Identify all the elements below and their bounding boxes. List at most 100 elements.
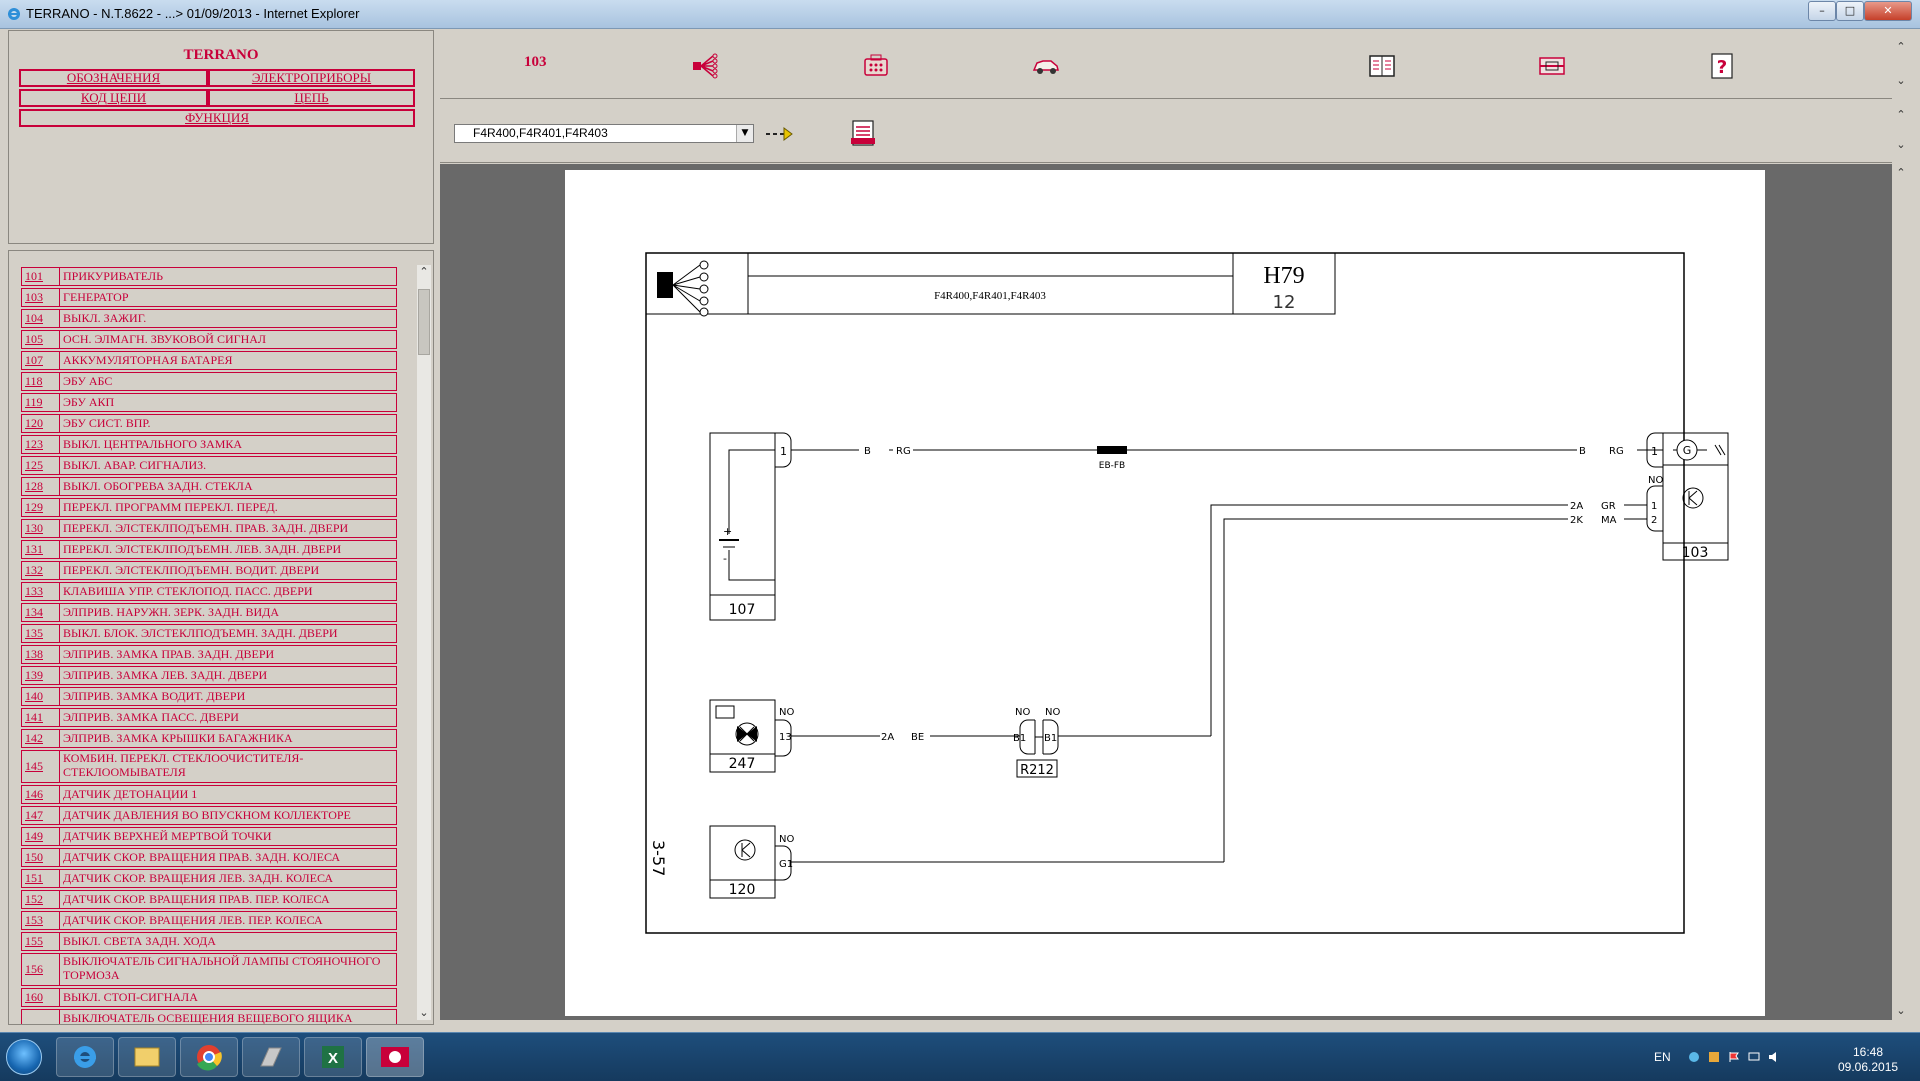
list-item[interactable]: 150 ДАТЧИК СКОР. ВРАЩЕНИЯ ПРАВ. ЗАДН. КОЛ… <box>21 848 397 867</box>
scroll-down-icon[interactable]: ⌄ <box>1894 138 1908 152</box>
list-item[interactable]: 105 ОСН. ЭЛМАГН. ЗВУКОВОЙ СИГНАЛ <box>21 330 397 349</box>
component-code-link[interactable]: 135 <box>22 625 60 642</box>
tray-flag-icon[interactable] <box>1728 1051 1740 1063</box>
tray-display-icon[interactable] <box>1748 1051 1760 1063</box>
system-clock[interactable]: 16:48 09.06.2015 <box>1838 1045 1898 1075</box>
component-code-link[interactable]: 155 <box>22 933 60 950</box>
list-item[interactable]: 139 ЭЛПРИВ. ЗАМКА ЛЕВ. ЗАДН. ДВЕРИ <box>21 666 397 685</box>
list-item[interactable]: 119 ЭБУ АКП <box>21 393 397 412</box>
scroll-up-icon[interactable]: ⌃ <box>1894 40 1908 54</box>
list-item[interactable]: 147 ДАТЧИК ДАВЛЕНИЯ ВО ВПУСКНОМ КОЛЛЕКТОР… <box>21 806 397 825</box>
list-item[interactable]: 135 ВЫКЛ. БЛОК. ЭЛСТЕКЛПОДЪЕМН. ЗАДН. ДВЕ… <box>21 624 397 643</box>
connector-icon[interactable] <box>860 50 892 82</box>
list-item[interactable]: 134 ЭЛПРИВ. НАРУЖН. ЗЕРК. ЗАДН. ВИДА <box>21 603 397 622</box>
component-code-link[interactable]: 151 <box>22 870 60 887</box>
language-indicator[interactable]: EN <box>1654 1050 1671 1064</box>
list-item[interactable]: 160 ВЫКЛ. СТОП-СИГНАЛА <box>21 988 397 1007</box>
component-code-link[interactable]: 128 <box>22 478 60 495</box>
chevron-down-icon[interactable]: ▼ <box>736 125 753 142</box>
component-code-link[interactable]: 145 <box>22 751 60 782</box>
component-code-link[interactable] <box>22 1010 60 1024</box>
wiring-harness-icon[interactable] <box>690 50 722 82</box>
engine-select[interactable]: F4R400,F4R401,F4R403 ▼ <box>454 124 754 143</box>
component-code-link[interactable]: 147 <box>22 807 60 824</box>
component-code-link[interactable]: 107 <box>22 352 60 369</box>
fuse-box-icon[interactable] <box>1536 50 1568 82</box>
list-item[interactable]: 107 АККУМУЛЯТОРНАЯ БАТАРЕЯ <box>21 351 397 370</box>
scroll-up-icon[interactable]: ⌃ <box>417 265 431 279</box>
documentation-book-icon[interactable] <box>1366 50 1398 82</box>
component-code-link[interactable]: 138 <box>22 646 60 663</box>
scroll-down-icon[interactable]: ⌄ <box>1894 74 1908 88</box>
component-code-link[interactable]: 152 <box>22 891 60 908</box>
component-code-link[interactable]: 132 <box>22 562 60 579</box>
list-item[interactable]: 141 ЭЛПРИВ. ЗАМКА ПАСС. ДВЕРИ <box>21 708 397 727</box>
scroll-up-icon[interactable]: ⌃ <box>1894 166 1908 180</box>
circuit-button[interactable]: ЦЕПЬ <box>208 89 415 107</box>
maximize-button[interactable]: □ <box>1836 1 1864 21</box>
circuit-code-button[interactable]: КОД ЦЕПИ <box>19 89 208 107</box>
list-item[interactable]: 155 ВЫКЛ. СВЕТА ЗАДН. ХОДА <box>21 932 397 951</box>
scroll-up-icon[interactable]: ⌃ <box>1894 108 1908 122</box>
taskbar-excel-icon[interactable]: X <box>304 1037 362 1077</box>
component-code-link[interactable]: 123 <box>22 436 60 453</box>
start-button[interactable] <box>6 1039 42 1075</box>
list-item[interactable]: 153 ДАТЧИК СКОР. ВРАЩЕНИЯ ЛЕВ. ПЕР. КОЛЕС… <box>21 911 397 930</box>
list-item[interactable]: 120 ЭБУ СИСТ. ВПР. <box>21 414 397 433</box>
component-code-link[interactable]: 139 <box>22 667 60 684</box>
diagram-scrollbar[interactable]: ⌃ ⌄ <box>1892 164 1910 1020</box>
list-item[interactable]: 101 ПРИКУРИВАТЕЛЬ <box>21 267 397 286</box>
component-code-link[interactable]: 118 <box>22 373 60 390</box>
component-code-link[interactable]: 149 <box>22 828 60 845</box>
list-item[interactable]: 125 ВЫКЛ. АВАР. СИГНАЛИЗ. <box>21 456 397 475</box>
component-code-link[interactable]: 153 <box>22 912 60 929</box>
list-item[interactable]: 103 ГЕНЕРАТОР <box>21 288 397 307</box>
minimize-button[interactable]: – <box>1808 1 1836 21</box>
list-item[interactable]: 151 ДАТЧИК СКОР. ВРАЩЕНИЯ ЛЕВ. ЗАДН. КОЛЕ… <box>21 869 397 888</box>
component-code-link[interactable]: 156 <box>22 954 60 985</box>
component-code-link[interactable]: 103 <box>22 289 60 306</box>
component-code-link[interactable]: 142 <box>22 730 60 747</box>
scroll-down-icon[interactable]: ⌄ <box>417 1006 431 1020</box>
list-item[interactable]: 156 ВЫКЛЮЧАТЕЛЬ СИГНАЛЬНОЙ ЛАМПЫ СТОЯНОЧН… <box>21 953 397 986</box>
list-item[interactable]: 149 ДАТЧИК ВЕРХНЕЙ МЕРТВОЙ ТОЧКИ <box>21 827 397 846</box>
list-item[interactable]: 133 КЛАВИША УПР. СТЕКЛОПОД. ПАСС. ДВЕРИ <box>21 582 397 601</box>
component-code-link[interactable]: 146 <box>22 786 60 803</box>
scroll-thumb[interactable] <box>418 289 430 355</box>
close-button[interactable]: ✕ <box>1864 1 1912 21</box>
scroll-down-icon[interactable]: ⌄ <box>1894 1004 1908 1018</box>
component-code-link[interactable]: 160 <box>22 989 60 1006</box>
list-item[interactable]: 138 ЭЛПРИВ. ЗАМКА ПРАВ. ЗАДН. ДВЕРИ <box>21 645 397 664</box>
list-item[interactable]: 145 КОМБИН. ПЕРЕКЛ. СТЕКЛООЧИСТИТЕЛЯ-СТЕК… <box>21 750 397 783</box>
component-code-link[interactable]: 105 <box>22 331 60 348</box>
component-code-link[interactable]: 104 <box>22 310 60 327</box>
component-code-link[interactable]: 134 <box>22 604 60 621</box>
vehicle-location-icon[interactable] <box>1030 50 1062 82</box>
component-code-link[interactable]: 130 <box>22 520 60 537</box>
component-code-link[interactable]: 133 <box>22 583 60 600</box>
list-item[interactable]: 146 ДАТЧИК ДЕТОНАЦИИ 1 <box>21 785 397 804</box>
list-item[interactable]: 129 ПЕРЕКЛ. ПРОГРАММ ПЕРЕКЛ. ПЕРЕД. <box>21 498 397 517</box>
list-item[interactable]: 131 ПЕРЕКЛ. ЭЛСТЕКЛПОДЪЕМН. ЛЕВ. ЗАДН. ДВ… <box>21 540 397 559</box>
list-item[interactable]: 128 ВЫКЛ. ОБОГРЕВА ЗАДН. СТЕКЛА <box>21 477 397 496</box>
taskbar-explorer-icon[interactable] <box>118 1037 176 1077</box>
list-item[interactable]: ВЫКЛЮЧАТЕЛЬ ОСВЕЩЕНИЯ ВЕЩЕВОГО ЯЩИКА <box>21 1009 397 1024</box>
list-item[interactable]: 130 ПЕРЕКЛ. ЭЛСТЕКЛПОДЪЕМН. ПРАВ. ЗАДН. Д… <box>21 519 397 538</box>
list-scrollbar[interactable]: ⌃ ⌄ <box>417 265 431 1020</box>
devices-button[interactable]: ЭЛЕКТРОПРИБОРЫ <box>208 69 415 87</box>
component-code-link[interactable]: 140 <box>22 688 60 705</box>
list-item[interactable]: 132 ПЕРЕКЛ. ЭЛСТЕКЛПОДЪЕМН. ВОДИТ. ДВЕРИ <box>21 561 397 580</box>
toolbar-bottom-scrollbar[interactable]: ⌃ ⌄ <box>1892 100 1910 162</box>
taskbar-ie-icon[interactable] <box>56 1037 114 1077</box>
list-item[interactable]: 118 ЭБУ АБС <box>21 372 397 391</box>
taskbar-chrome-icon[interactable] <box>180 1037 238 1077</box>
tray-security-icon[interactable] <box>1708 1051 1720 1063</box>
component-code-link[interactable]: 120 <box>22 415 60 432</box>
help-icon[interactable]: ? <box>1706 50 1738 82</box>
component-code-link[interactable]: 129 <box>22 499 60 516</box>
apply-arrow-icon[interactable] <box>764 122 794 146</box>
component-code-link[interactable]: 119 <box>22 394 60 411</box>
component-code-link[interactable]: 101 <box>22 268 60 285</box>
component-code-link[interactable]: 141 <box>22 709 60 726</box>
tray-volume-icon[interactable] <box>1768 1051 1780 1063</box>
